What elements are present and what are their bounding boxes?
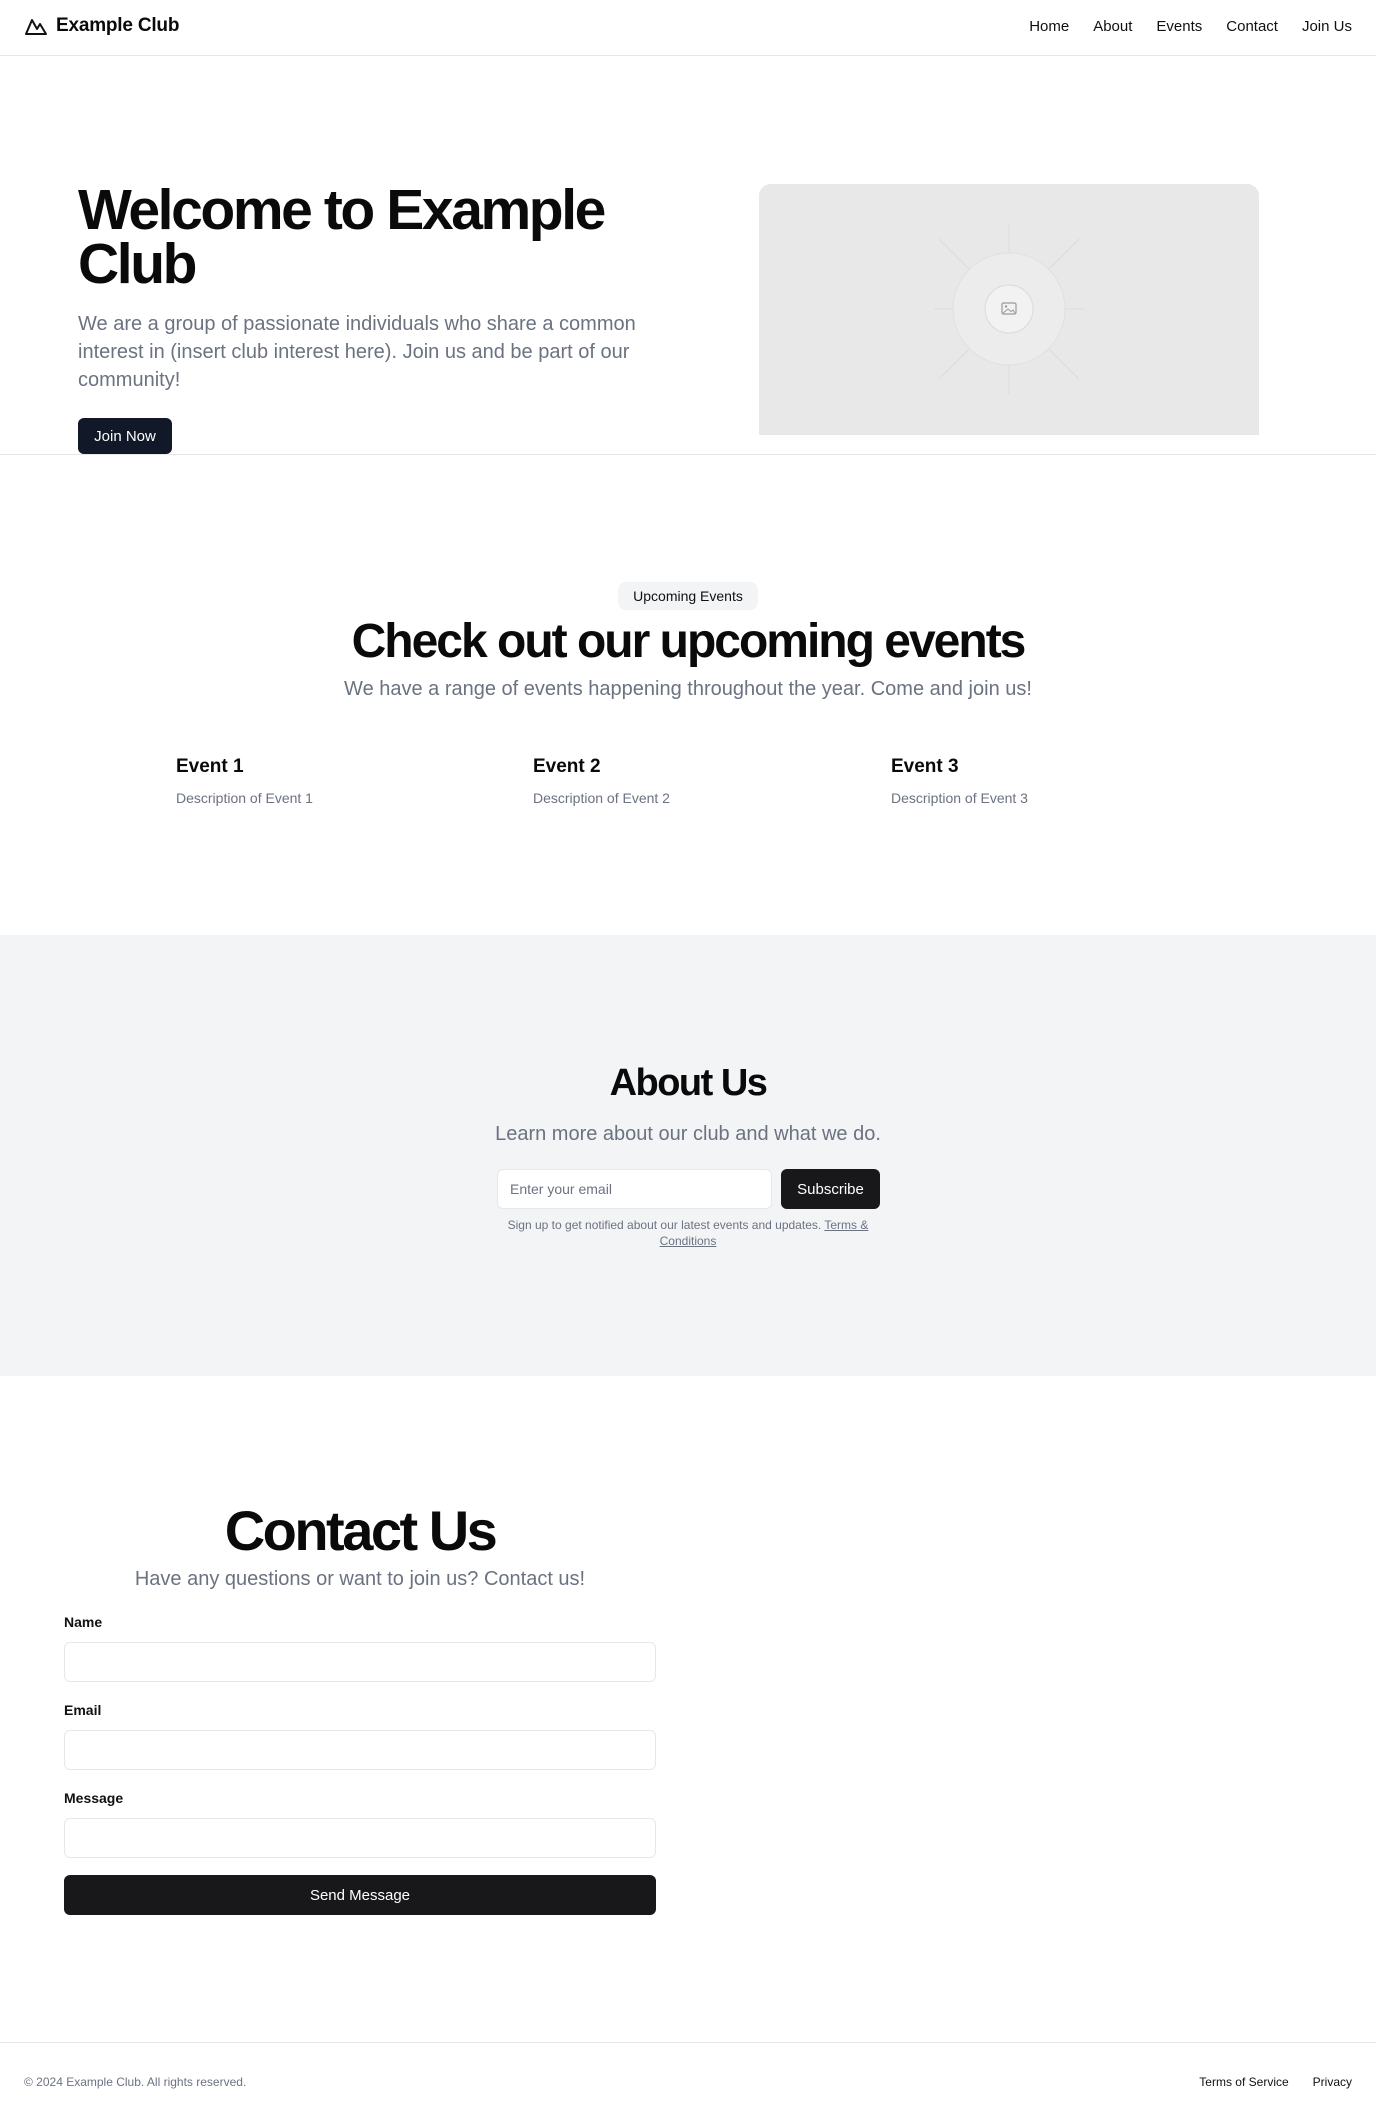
newsletter-email-input[interactable] xyxy=(497,1169,772,1209)
events-subtitle: We have a range of events happening thro… xyxy=(344,678,1032,700)
about-section: About Us Learn more about our club and w… xyxy=(0,935,1376,1376)
privacy-link[interactable]: Privacy xyxy=(1313,2075,1352,2089)
hero-section: Welcome to Example Club We are a group o… xyxy=(0,56,1376,455)
hero-image xyxy=(759,184,1259,435)
events-title: Check out our upcoming events xyxy=(351,615,1027,668)
join-now-button[interactable]: Join Now xyxy=(78,418,172,454)
event-description: Description of Event 2 xyxy=(533,790,670,806)
site-header: Example Club Home About Events Contact J… xyxy=(0,0,1376,56)
event-description: Description of Event 3 xyxy=(891,790,1028,806)
event-card: Event 3 Description of Event 3 xyxy=(891,756,1191,806)
events-section: Upcoming Events Check out our upcoming e… xyxy=(0,456,1376,935)
event-title: Event 1 xyxy=(176,756,244,777)
brand-name: Example Club xyxy=(56,15,180,36)
main-nav: Home About Events Contact Join Us xyxy=(1029,18,1352,35)
contact-title: Contact Us xyxy=(224,1499,498,1562)
event-card: Event 1 Description of Event 1 xyxy=(176,756,476,806)
name-field[interactable] xyxy=(64,1642,656,1682)
nav-about[interactable]: About xyxy=(1093,18,1132,35)
terms-of-service-link[interactable]: Terms of Service xyxy=(1199,2075,1288,2089)
event-title: Event 2 xyxy=(533,756,601,777)
subscribe-button[interactable]: Subscribe xyxy=(781,1169,880,1209)
newsletter-note-text: Sign up to get notified about our latest… xyxy=(507,1218,822,1232)
event-card: Event 2 Description of Event 2 xyxy=(533,756,833,806)
email-field[interactable] xyxy=(64,1730,656,1770)
nav-contact[interactable]: Contact xyxy=(1226,18,1278,35)
send-message-button[interactable]: Send Message xyxy=(64,1875,656,1915)
nav-home[interactable]: Home xyxy=(1029,18,1069,35)
footer-links: Terms of Service Privacy xyxy=(1199,2075,1352,2089)
message-label: Message xyxy=(64,1790,124,1806)
hero-subtitle: We are a group of passionate individuals… xyxy=(78,313,636,391)
image-placeholder-icon xyxy=(759,184,1259,435)
message-field[interactable] xyxy=(64,1818,656,1858)
events-badge: Upcoming Events xyxy=(618,582,758,610)
brand-link[interactable]: Example Club xyxy=(24,14,179,38)
name-label: Name xyxy=(64,1614,103,1630)
event-description: Description of Event 1 xyxy=(176,790,313,806)
hero-title: Welcome to Example Club xyxy=(78,178,606,296)
nav-join-us[interactable]: Join Us xyxy=(1302,18,1352,35)
copyright-text: © 2024 Example Club. All rights reserved… xyxy=(24,2075,247,2089)
newsletter-note: Sign up to get notified about our latest… xyxy=(495,1217,881,1249)
event-title: Event 3 xyxy=(891,756,959,777)
mountain-icon xyxy=(25,19,47,35)
nav-events[interactable]: Events xyxy=(1156,18,1202,35)
email-label: Email xyxy=(64,1702,102,1718)
contact-subtitle: Have any questions or want to join us? C… xyxy=(134,1568,586,1590)
contact-section: Contact Us Have any questions or want to… xyxy=(0,1376,1376,2042)
about-subtitle: Learn more about our club and what we do… xyxy=(495,1123,881,1145)
site-footer: © 2024 Example Club. All rights reserved… xyxy=(0,2042,1376,2108)
about-title: About Us xyxy=(609,1062,768,1104)
